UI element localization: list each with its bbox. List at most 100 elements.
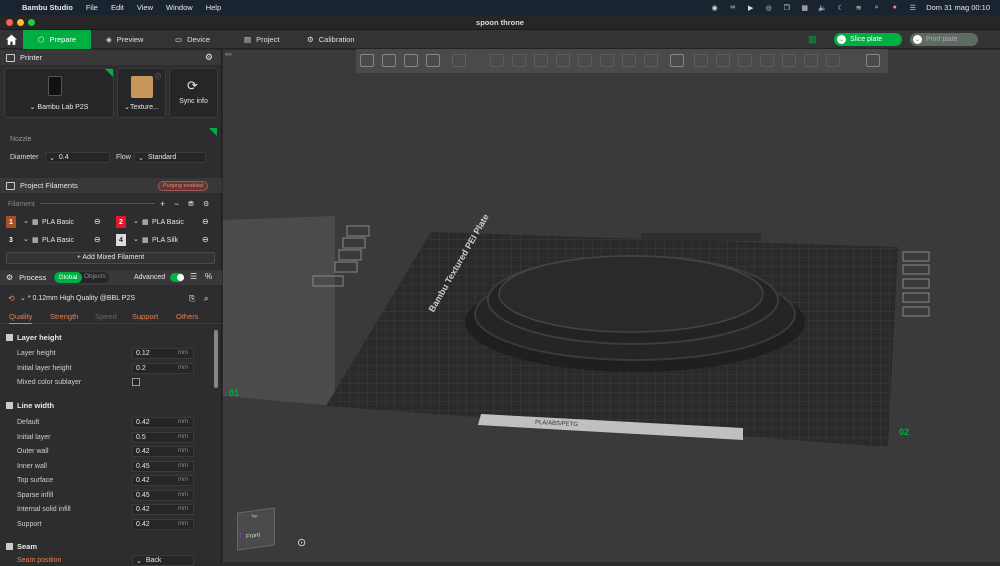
seam-position-select[interactable]: ⌄ Back [132,555,194,566]
chevron-down-icon[interactable]: ⌄ [23,217,29,225]
collapse-sidebar-icon[interactable]: «» [225,52,232,58]
menu-file[interactable]: File [86,3,98,12]
seam-paint-icon[interactable] [644,54,658,67]
filament-item[interactable]: 1 ⌄ ▦ PLA Basic ⊖ [5,216,108,229]
view-cube[interactable]: Top Front [237,507,275,551]
scale-icon[interactable] [534,54,548,67]
setting-label: Sparse infill [17,492,54,499]
flow-select[interactable]: ⌄ Standard [134,152,206,163]
tab-others[interactable]: Others [176,312,199,321]
settings-icon[interactable]: ⚙ [203,200,209,208]
view-settings-icon[interactable] [866,54,880,67]
info-icon[interactable]: ⓘ [155,72,161,81]
move-icon[interactable] [490,54,504,67]
remove-icon[interactable]: ⊖ [202,217,209,226]
grid-icon[interactable]: ▦ [800,4,809,12]
scrollbar[interactable] [214,330,218,388]
clock[interactable]: Dom 31 mag 00:10 [926,3,990,12]
text-tool-icon[interactable] [670,54,684,67]
sync-info-button[interactable]: ⟳ Sync info [169,68,218,118]
user-icon[interactable]: ● [890,4,899,11]
mixed-color-checkbox[interactable] [132,378,140,386]
viewport-3d[interactable]: Bambu Textured PEI Plate 01 02 PLA/ABS/P… [223,50,1000,562]
assembly-icon[interactable] [716,54,730,67]
filament-item[interactable]: 3 ⌄ ▦ PLA Basic ⊖ [5,234,108,247]
wifi-icon[interactable]: ≋ [854,4,863,12]
orient-icon[interactable] [404,54,418,67]
save-icon[interactable]: ⎘ [189,294,195,304]
menu-edit[interactable]: Edit [111,3,124,12]
remove-icon[interactable]: ⊖ [94,235,101,244]
chevron-down-icon[interactable]: ⌄ [133,235,139,243]
lay-on-face-icon[interactable] [556,54,570,67]
plate-icon[interactable] [452,54,466,67]
tab-speed[interactable]: Speed [95,312,117,321]
rotate-icon[interactable] [512,54,526,67]
chevron-down-icon[interactable]: ⌄ [23,235,29,243]
windows-icon[interactable]: ❐ [782,4,791,12]
fit-view-icon[interactable]: ⊙ [297,536,306,549]
brim-ears-icon[interactable] [826,54,840,67]
measure-icon[interactable] [694,54,708,67]
plate-settings-icon[interactable]: ▥ [808,34,817,45]
variable-layer-icon[interactable] [782,54,796,67]
chevron-down-icon[interactable]: ⌄ [913,35,922,44]
minus-icon[interactable]: − [174,199,179,209]
tab-device[interactable]: ▭ Device [165,30,220,49]
objects-toggle[interactable]: Objects [84,273,106,280]
slice-plate-button[interactable]: ⌄ Slice plate [834,33,902,46]
menu-help[interactable]: Help [206,3,221,12]
boolean-icon[interactable] [600,54,614,67]
status-icon-2[interactable]: ∞ [728,4,737,11]
plus-icon[interactable]: + [160,199,165,209]
filament-name: PLA Basic [42,237,74,244]
purging-badge[interactable]: Purging enabled [158,181,209,191]
plate-card[interactable]: ⓘ ⌄Texture... [117,68,166,118]
tab-support[interactable]: Support [132,312,158,321]
control-center-icon[interactable]: ☰ [908,4,917,12]
gear-icon[interactable]: ⚙ [205,52,213,63]
preset-select[interactable]: ⌄ * 0.12mm High Quality @BBL P2S [20,293,180,305]
filament-item[interactable]: 4 ⌄ ▦ PLA Silk ⊖ [115,234,218,247]
cut-icon[interactable] [578,54,592,67]
fuzzy-skin-icon[interactable] [760,54,774,67]
search-icon[interactable]: ⌕ [204,294,208,304]
tab-calibration[interactable]: ⚙ Calibration [297,30,365,49]
add-mixed-filament-button[interactable]: + Add Mixed Filament [6,252,215,264]
tab-strength[interactable]: Strength [50,312,78,321]
list-icon[interactable]: ☰ [190,272,197,281]
view-cube-top: Top [251,512,258,519]
tab-prepare[interactable]: ⬡ Prepare [23,30,91,49]
support-paint-icon[interactable] [622,54,636,67]
remove-icon[interactable]: ⊖ [202,235,209,244]
moon-icon[interactable]: ☾ [836,4,845,12]
status-icon-1[interactable]: ◉ [710,4,719,12]
tab-quality[interactable]: Quality [9,312,33,324]
filament-item[interactable]: 2 ⌄ ▦ PLA Basic ⊖ [115,216,218,229]
diameter-select[interactable]: ⌄ 0.4 [45,152,110,163]
app-menu[interactable]: Bambu Studio [22,3,73,12]
split-icon[interactable] [804,54,818,67]
chevron-down-icon[interactable]: ⌄ [133,217,139,225]
color-paint-icon[interactable] [738,54,752,67]
global-toggle[interactable]: Global [54,272,82,283]
menu-view[interactable]: View [137,3,153,12]
status-icon-3[interactable]: ◎ [764,4,773,12]
print-plate-button[interactable]: ⌄ Print plate [910,33,978,46]
chevron-down-icon[interactable]: ⌄ [837,35,846,44]
volume-icon[interactable]: 🔈 [818,4,827,12]
play-icon[interactable]: ▶ [746,4,755,12]
tab-preview[interactable]: ◈ Preview [96,30,153,49]
add-object-icon[interactable] [360,54,374,67]
arrange-icon[interactable] [382,54,396,67]
tab-project[interactable]: ▤ Project [234,30,289,49]
search-icon[interactable]: ⌕ [872,4,881,12]
setting-value: 0.42 [136,521,150,528]
sync-filament-icon[interactable]: ⛃ [188,200,194,208]
menu-window[interactable]: Window [166,3,193,12]
percent-icon[interactable]: % [205,272,212,281]
layout-icon[interactable] [426,54,440,67]
printer-card[interactable]: ⌄ Bambu Lab P2S [4,68,114,118]
home-icon[interactable] [5,33,18,46]
remove-icon[interactable]: ⊖ [94,217,101,226]
